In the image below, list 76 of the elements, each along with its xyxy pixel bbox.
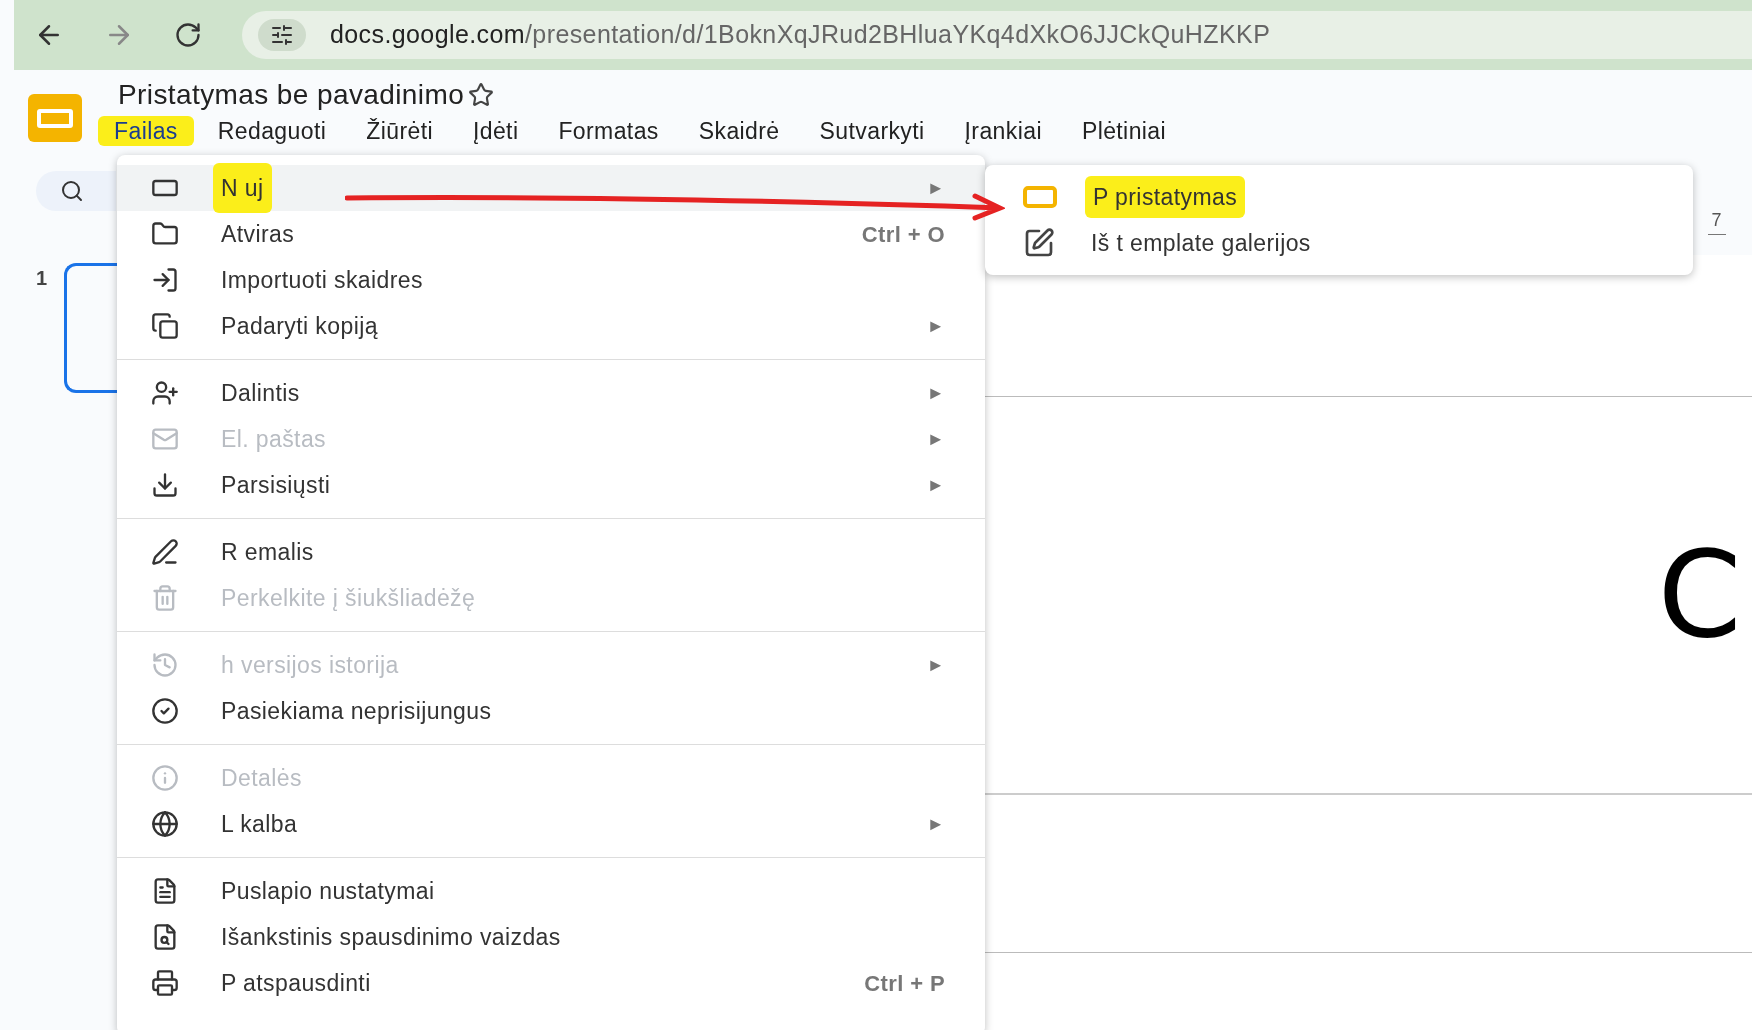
submenu-arrow: ► — [926, 427, 945, 451]
menu-item-label: Padaryti kopiją — [220, 311, 379, 341]
submenu-arrow: ► — [926, 812, 945, 836]
add-person-icon — [151, 379, 179, 407]
ruler-label: 7 — [1707, 207, 1726, 235]
sliders-icon — [270, 23, 294, 47]
menu-item[interactable]: Išankstinis spausdinimo vaizdas — [117, 914, 985, 960]
copy-icon — [151, 312, 179, 340]
globe-icon — [151, 810, 179, 838]
url-text: docs.google.com/presentation/d/1BoknXqJRud2BHluaYKq4dXkO6JJCkQuHZKKP — [330, 19, 1271, 51]
menu-item-label: P atspausdinti — [220, 968, 372, 998]
document-title[interactable]: Pristatymas be pavadinimo — [118, 78, 465, 112]
menu-bar-item[interactable]: Failas — [98, 116, 194, 146]
search-icon — [60, 179, 84, 203]
info-icon — [151, 764, 179, 792]
menu-item-label: L kalba — [220, 809, 299, 839]
submenu-arrow: ► — [926, 314, 945, 338]
menu-bar-item[interactable]: Žiūrėti — [350, 116, 449, 146]
menu-item-label: R emalis — [220, 537, 315, 567]
submenu-item-label: P pristatymas — [1085, 175, 1246, 219]
slides-icon — [1023, 186, 1057, 208]
download-icon — [151, 471, 179, 499]
menu-item-label: El. paštas — [220, 424, 327, 454]
slide-text: C — [1657, 535, 1742, 655]
menu-item-label: Puslapio nustatymai — [220, 876, 436, 906]
shortcut-text: Ctrl + O — [861, 220, 945, 249]
site-settings-button[interactable] — [258, 19, 306, 51]
menu-item[interactable]: N uj ► — [117, 165, 985, 211]
menu-bar-item[interactable]: Įdėti — [456, 116, 535, 146]
submenu-arrow: ► — [926, 176, 945, 200]
shortcut-text: Ctrl + P — [864, 969, 945, 998]
menu-item[interactable]: L kalba ► — [117, 801, 985, 847]
menu-item[interactable]: R emalis — [117, 529, 985, 575]
submenu-arrow: ► — [926, 381, 945, 405]
menu-item-label: Perkelkite į šiukšliadėžę — [220, 583, 477, 613]
submenu-item[interactable]: P pristatymas — [985, 174, 1693, 220]
trash-icon — [151, 584, 179, 612]
menu-bar-item[interactable]: Plėtiniai — [1065, 116, 1183, 146]
menu-bar-item[interactable]: Įrankiai — [948, 116, 1058, 146]
menu-item[interactable]: Pasiekiama neprisijungus — [117, 688, 985, 734]
menu-item[interactable]: Puslapio nustatymai — [117, 868, 985, 914]
menu-item-label: N uj — [213, 162, 272, 214]
address-bar[interactable]: docs.google.com/presentation/d/1BoknXqJRud2BHluaYKq4dXkO6JJCkQuHZKKP — [242, 11, 1752, 59]
menu-item[interactable]: Atviras Ctrl + O — [117, 211, 985, 257]
slide-number: 1 — [36, 266, 48, 291]
menu-item[interactable]: P atspausdinti Ctrl + P — [117, 960, 985, 1006]
printer-icon — [151, 969, 179, 997]
search-field[interactable] — [36, 171, 116, 211]
menu-item[interactable]: Importuoti skaidres — [117, 257, 985, 303]
menu-item-label: Detalės — [220, 763, 303, 793]
menu-item-label: Pasiekiama neprisijungus — [220, 696, 493, 726]
submenu-arrow: ► — [926, 473, 945, 497]
menu-item-label: Importuoti skaidres — [220, 265, 424, 295]
menu-item-label: Dalintis — [220, 378, 301, 408]
menu-bar-item[interactable]: Skaidrė — [682, 116, 796, 146]
submenu-arrow: ► — [926, 653, 945, 677]
menu-bar-item[interactable]: Sutvarkyti — [803, 116, 941, 146]
history-icon — [151, 651, 179, 679]
submenu-item[interactable]: Iš t emplate galerijos — [985, 220, 1693, 266]
menu-item[interactable]: Parsisiųsti ► — [117, 462, 985, 508]
menu-item-label: Atviras — [220, 219, 296, 249]
menu-bar-item[interactable]: Redaguoti — [201, 116, 343, 146]
folder-icon — [151, 220, 179, 248]
menu-bar-item[interactable]: Formatas — [542, 116, 675, 146]
star-icon[interactable] — [468, 82, 495, 108]
menu-item-label: h versijos istorija — [220, 650, 400, 680]
pen-icon — [151, 538, 179, 566]
submenu-item-label: Iš t emplate galerijos — [1090, 228, 1312, 258]
import-icon — [151, 266, 179, 294]
check-circle-icon — [151, 697, 179, 725]
menu-item[interactable]: Dalintis ► — [117, 370, 985, 416]
edit-box-icon — [1023, 227, 1055, 259]
reload-icon[interactable] — [174, 21, 202, 49]
menu-item[interactable]: Padaryti kopiją ► — [117, 303, 985, 349]
menu-item-label: Išankstinis spausdinimo vaizdas — [220, 922, 562, 952]
menu-item-label: Parsisiųsti — [220, 470, 332, 500]
